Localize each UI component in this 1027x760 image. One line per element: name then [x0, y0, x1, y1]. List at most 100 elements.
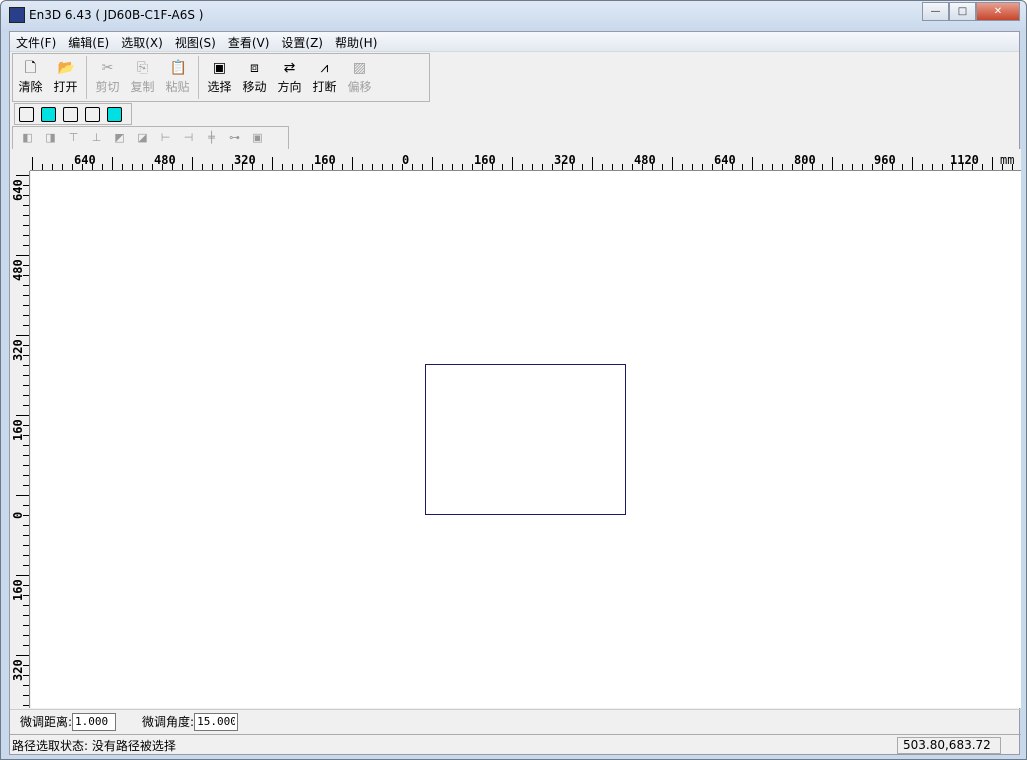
- ruler-tick: [23, 215, 29, 216]
- align-tool-icon[interactable]: ◨: [42, 130, 59, 146]
- ruler-tick: [16, 655, 29, 656]
- main-toolbar: 🗋 清除 📂 打开 ✂ 剪切 ⎘ 复制 📋 粘贴 ▣ 选择 ⧈ 移动 ⇄ 方向 ⩘ 打断 ▨ 偏移: [12, 53, 430, 102]
- ruler-tick: [772, 164, 773, 170]
- ruler-tick: [632, 164, 633, 170]
- maximize-button[interactable]: □: [949, 2, 976, 21]
- toolbar-button-1[interactable]: 📂 打开: [48, 54, 83, 101]
- minimize-button[interactable]: —: [922, 2, 949, 21]
- ruler-tick: [112, 157, 113, 170]
- align-tool-icon[interactable]: ⊣: [180, 130, 197, 146]
- toolbar-button-4[interactable]: ⎘ 复制: [125, 54, 160, 101]
- direction-icon: ⇄: [283, 60, 296, 76]
- dist-input[interactable]: [72, 712, 117, 731]
- toolbar-button-10[interactable]: ⩘ 打断: [307, 54, 342, 101]
- ruler-tick: [23, 395, 29, 396]
- ruler-tick: [23, 305, 29, 306]
- ruler-tick: [682, 164, 683, 170]
- ruler-corner: [10, 149, 30, 171]
- ruler-tick: [692, 164, 693, 170]
- ruler-tick: [752, 157, 753, 170]
- ruler-tick: [23, 325, 29, 326]
- view-cube-icon[interactable]: [85, 107, 100, 122]
- ruler-label: 0: [402, 153, 410, 167]
- ruler-label: 320: [234, 153, 256, 167]
- ruler-tick: [23, 635, 29, 636]
- menu-item[interactable]: 视图(S): [169, 32, 222, 51]
- toolbar-button-9[interactable]: ⇄ 方向: [272, 54, 307, 101]
- ruler-tick: [182, 164, 183, 170]
- ruler-tick: [23, 545, 29, 546]
- status-text: 路径选取状态: 没有路径被选择: [12, 738, 176, 753]
- toolbar-label: 方向: [277, 80, 302, 94]
- ruler-tick: [72, 164, 73, 170]
- toolbar-label: 移动: [242, 80, 267, 94]
- toolbar-button-3[interactable]: ✂ 剪切: [90, 54, 125, 101]
- ruler-tick: [232, 164, 233, 170]
- ruler-tick: [23, 455, 29, 456]
- ruler-tick: [852, 164, 853, 170]
- ruler-tick: [422, 164, 423, 170]
- toolbar-button-7[interactable]: ▣ 选择: [202, 54, 237, 101]
- ruler-tick: [23, 505, 29, 506]
- ruler-tick: [23, 555, 29, 556]
- ruler-tick: [942, 164, 943, 170]
- align-tool-icon[interactable]: ⊢: [157, 130, 174, 146]
- ruler-tick: [23, 285, 29, 286]
- view-cube-icon[interactable]: [63, 107, 78, 122]
- menu-item[interactable]: 选取(X): [115, 32, 169, 51]
- ruler-label: 160: [474, 153, 496, 167]
- toolbar-button-0[interactable]: 🗋 清除: [13, 54, 48, 101]
- align-tool-icon[interactable]: ⊶: [226, 130, 243, 146]
- menu-item[interactable]: 设置(Z): [275, 32, 329, 51]
- ruler-tick: [222, 164, 223, 170]
- ruler-tick: [832, 157, 833, 170]
- toolbar-button-5[interactable]: 📋 粘贴: [160, 54, 195, 101]
- ruler-label: 960: [874, 153, 896, 167]
- menu-item[interactable]: 编辑(E): [62, 32, 115, 51]
- close-button[interactable]: ✕: [976, 2, 1020, 21]
- ruler-tick: [342, 164, 343, 170]
- drawing-canvas[interactable]: [31, 171, 1021, 708]
- ruler-tick: [612, 164, 613, 170]
- view-cube-icon[interactable]: [19, 107, 34, 122]
- ruler-tick: [602, 164, 603, 170]
- angle-input[interactable]: [194, 712, 239, 731]
- toolbar-button-11[interactable]: ▨ 偏移: [342, 54, 377, 101]
- view-cube-icon[interactable]: [107, 107, 122, 122]
- align-tool-icon[interactable]: ╪: [203, 130, 220, 146]
- ruler-tick: [23, 475, 29, 476]
- menu-item[interactable]: 文件(F): [10, 32, 62, 51]
- ruler-tick: [23, 405, 29, 406]
- ruler-tick: [502, 164, 503, 170]
- align-tool-icon[interactable]: ⊤: [65, 130, 82, 146]
- new-file-icon: 🗋: [24, 60, 37, 76]
- ruler-tick: [62, 164, 63, 170]
- toolbar-label: 剪切: [95, 80, 120, 94]
- toolbar-label: 打开: [53, 80, 78, 94]
- ruler-tick: [742, 164, 743, 170]
- menu-item[interactable]: 帮助(H): [329, 32, 383, 51]
- align-tool-icon[interactable]: ◪: [134, 130, 151, 146]
- align-tool-icon[interactable]: ⊥: [88, 130, 105, 146]
- ruler-label: 640: [74, 153, 96, 167]
- menu-item[interactable]: 查看(V): [222, 32, 276, 51]
- rectangle-path[interactable]: [425, 364, 626, 515]
- ruler-tick: [542, 164, 543, 170]
- cut-icon: ✂: [101, 60, 114, 76]
- ruler-tick: [23, 245, 29, 246]
- ruler-label: 160: [11, 419, 25, 441]
- client-area: 文件(F) 编辑(E) 选取(X) 视图(S) 查看(V) 设置(Z) 帮助(H) 🗋 清除 📂…: [9, 31, 1021, 755]
- align-tool-icon[interactable]: ◩: [111, 130, 128, 146]
- coords-readout: 503.80,683.72: [897, 737, 1001, 754]
- toolbar-button-8[interactable]: ⧈ 移动: [237, 54, 272, 101]
- ruler-label: 160: [11, 579, 25, 601]
- ruler-tick: [912, 157, 913, 170]
- view-cube-icon[interactable]: [41, 107, 56, 122]
- align-tool-icon[interactable]: ▣: [249, 130, 266, 146]
- ruler-tick: [362, 164, 363, 170]
- ruler-label: 640: [11, 179, 25, 201]
- ruler-tick: [16, 335, 29, 336]
- toolbar-label: 选择: [207, 80, 232, 94]
- toolbar-separator: [198, 56, 199, 99]
- align-tool-icon[interactable]: ◧: [19, 130, 36, 146]
